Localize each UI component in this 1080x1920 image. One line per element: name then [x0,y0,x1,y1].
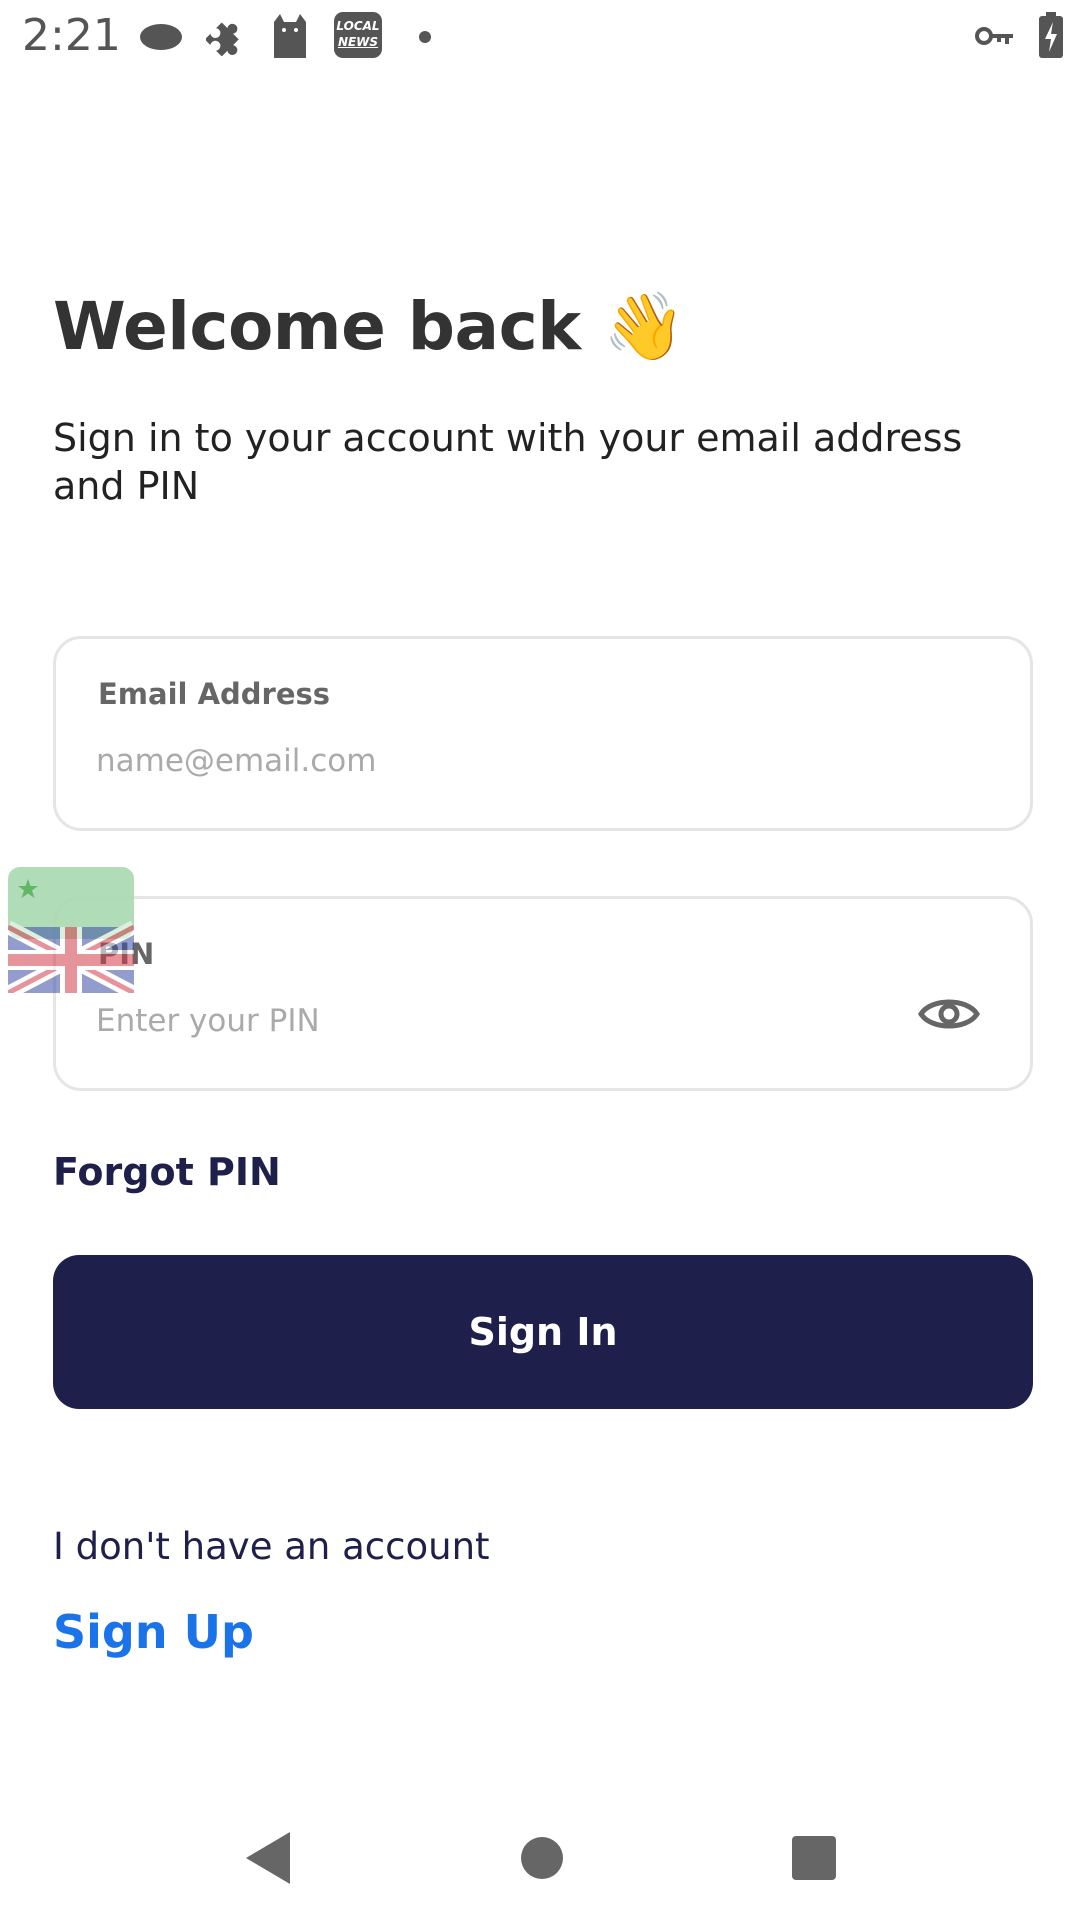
back-icon[interactable] [244,1830,292,1886]
page-subtitle: Sign in to your account with your email … [53,416,963,508]
local-news-text-top: LOCAL [336,19,380,33]
cat-icon [274,14,306,58]
battery-charging-icon [1039,12,1063,58]
vpn-key-icon [975,27,1013,45]
sign-up-link[interactable]: Sign Up [53,1605,254,1659]
sign-in-button[interactable]: Sign In [53,1255,1033,1409]
home-icon[interactable] [520,1830,564,1886]
puzzle-icon [206,22,239,56]
navigation-bar [0,1800,1080,1920]
pin-field[interactable]: PIN [53,896,1033,1091]
eye-icon[interactable] [918,991,980,1037]
page-title: Welcome back 👋 [53,288,685,365]
uk-flag-language-icon[interactable] [8,867,134,993]
email-field-label: Email Address [98,677,331,711]
pin-input[interactable] [96,991,896,1051]
no-account-text: I don't have an account [53,1525,490,1568]
email-field[interactable]: Email Address [53,636,1033,831]
cloud-icon [140,24,182,50]
recents-icon[interactable] [790,1830,838,1886]
dot-icon [419,31,431,43]
local-news-text-bottom: NEWS [337,35,379,49]
forgot-pin-link[interactable]: Forgot PIN [53,1150,281,1194]
email-input[interactable] [96,731,896,791]
local-news-icon: LOCAL NEWS [334,12,382,58]
status-time: 2:21 [22,10,121,61]
status-bar: 2:21 LOCAL NEWS [0,0,1080,74]
